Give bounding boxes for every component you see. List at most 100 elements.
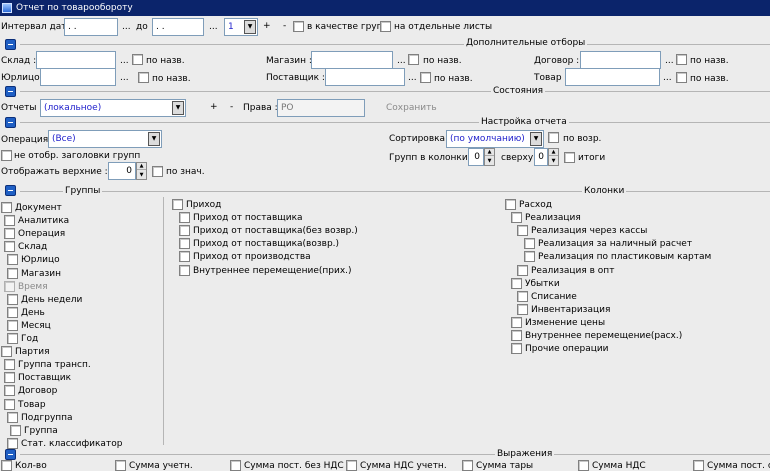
tree-item-checkbox[interactable] [511, 330, 522, 341]
collapse-settings-icon[interactable] [5, 117, 16, 128]
tree-item-checkbox[interactable] [4, 385, 15, 397]
operation-select[interactable]: (Все) [48, 130, 162, 148]
chevron-down-icon[interactable]: ▼ [148, 132, 160, 146]
expression-checkbox[interactable] [115, 460, 126, 471]
tree-item-checkbox[interactable] [179, 251, 190, 263]
expression-checkbox[interactable] [462, 460, 473, 471]
tree-item-checkbox[interactable] [7, 319, 18, 331]
supplier-field[interactable] [325, 68, 405, 86]
date-to-picker-button[interactable]: ... [209, 22, 218, 32]
tree-item-checkbox[interactable] [517, 225, 528, 237]
contract-picker-button[interactable]: ... [665, 56, 674, 66]
tree-item-checkbox[interactable] [511, 316, 522, 328]
product-picker-button[interactable]: ... [663, 73, 672, 83]
period-add-button[interactable]: + [263, 21, 271, 31]
chevron-down-icon[interactable]: ▼ [172, 101, 184, 115]
collapse-states-icon[interactable] [5, 86, 16, 97]
tree-item-checkbox[interactable] [179, 225, 190, 237]
contract-by-name-checkbox[interactable] [676, 54, 687, 65]
tree-item-checkbox[interactable] [1, 202, 12, 213]
warehouse-field[interactable] [36, 51, 116, 69]
expression-checkbox[interactable] [230, 460, 241, 471]
tree-item-checkbox[interactable] [511, 277, 522, 289]
store-field[interactable] [311, 51, 393, 69]
tree-item-checkbox[interactable] [4, 372, 15, 384]
collapse-groups-icon[interactable] [5, 185, 16, 196]
spin-up-icon[interactable]: ▲ [137, 163, 146, 170]
supplier-picker-button[interactable]: ... [408, 73, 417, 83]
tree-item-checkbox[interactable] [7, 254, 18, 266]
by-value-checkbox[interactable] [152, 166, 163, 177]
spin-down-icon[interactable]: ▼ [549, 158, 558, 165]
tree-item-checkbox[interactable] [7, 333, 18, 344]
warehouse-picker-button[interactable]: ... [120, 56, 129, 66]
tree-item-checkbox[interactable] [505, 199, 516, 210]
tree-item-checkbox[interactable] [4, 228, 15, 240]
warehouse-by-name-checkbox[interactable] [132, 54, 143, 65]
period-remove-button[interactable]: - [283, 21, 286, 31]
reports-select[interactable]: (локальное) [40, 99, 186, 117]
tree-item-checkbox[interactable] [517, 290, 528, 302]
expression-checkbox[interactable] [346, 460, 357, 471]
top-field[interactable]: 0 [534, 148, 548, 166]
tree-item-checkbox[interactable] [7, 306, 18, 318]
ascending-checkbox[interactable] [548, 132, 559, 143]
store-picker-button[interactable]: ... [397, 56, 406, 66]
date-to-field[interactable]: . . [152, 18, 204, 36]
legal-entity-field[interactable] [40, 68, 116, 86]
tree-item-checkbox[interactable] [7, 411, 18, 423]
tree-item-checkbox[interactable] [4, 215, 15, 227]
tree-item-checkbox[interactable] [179, 264, 190, 276]
collapse-filters-icon[interactable] [5, 39, 16, 50]
groups-in-columns-field[interactable]: 0 [468, 148, 484, 166]
show-top-spinner[interactable]: ▲ ▼ [136, 162, 147, 180]
tree-item-checkbox[interactable] [517, 303, 528, 315]
product-by-name-checkbox[interactable] [676, 72, 687, 83]
expression-checkbox[interactable] [693, 460, 704, 471]
contract-field[interactable] [580, 51, 661, 69]
supplier-by-name-checkbox[interactable] [420, 72, 431, 83]
spin-down-icon[interactable]: ▼ [137, 172, 146, 179]
collapse-expressions-icon[interactable] [5, 449, 16, 460]
legal-entity-picker-button[interactable]: ... [120, 73, 129, 83]
spin-up-icon[interactable]: ▲ [485, 149, 494, 156]
groups-in-columns-spinner[interactable]: ▲ ▼ [484, 148, 495, 166]
tree-item-checkbox[interactable] [7, 437, 18, 449]
as-groups-checkbox[interactable] [293, 21, 304, 32]
tree-item-checkbox[interactable] [524, 238, 535, 250]
expression-checkbox[interactable] [578, 460, 589, 471]
tree-item-checkbox[interactable] [179, 212, 190, 224]
report-remove-button[interactable]: - [230, 102, 233, 112]
date-from-picker-button[interactable]: ... [122, 22, 131, 32]
tree-item-checkbox[interactable] [4, 280, 15, 292]
totals-checkbox[interactable] [564, 152, 575, 163]
chevron-down-icon[interactable]: ▼ [244, 20, 256, 34]
tree-item-checkbox[interactable] [4, 359, 15, 371]
show-top-field[interactable]: 0 [108, 162, 136, 180]
save-button[interactable]: Сохранить [386, 103, 437, 113]
expression-checkbox[interactable] [1, 460, 12, 471]
tree-item-checkbox[interactable] [517, 264, 528, 276]
hide-group-headers-checkbox[interactable] [1, 150, 12, 161]
spin-down-icon[interactable]: ▼ [485, 158, 494, 165]
tree-item-checkbox[interactable] [511, 212, 522, 224]
tree-item-checkbox[interactable] [524, 251, 535, 263]
tree-item-checkbox[interactable] [1, 346, 12, 358]
legal-entity-by-name-checkbox[interactable] [138, 72, 149, 83]
tree-item-checkbox[interactable] [179, 238, 190, 250]
tree-item-checkbox[interactable] [511, 343, 522, 355]
chevron-down-icon[interactable]: ▼ [530, 132, 542, 146]
report-add-button[interactable]: + [210, 102, 218, 112]
tree-item-checkbox[interactable] [7, 267, 18, 279]
tree-item-checkbox[interactable] [4, 241, 15, 253]
tree-item-checkbox[interactable] [7, 293, 18, 305]
date-from-field[interactable]: . . [64, 18, 118, 36]
tree-item-checkbox[interactable] [10, 424, 21, 436]
product-field[interactable] [565, 68, 660, 86]
top-spinner[interactable]: ▲ ▼ [548, 148, 559, 166]
tree-item-checkbox[interactable] [4, 398, 15, 410]
tree-item-checkbox[interactable] [172, 199, 183, 210]
spin-up-icon[interactable]: ▲ [549, 149, 558, 156]
separate-sheets-checkbox[interactable] [380, 21, 391, 32]
store-by-name-checkbox[interactable] [408, 54, 419, 65]
